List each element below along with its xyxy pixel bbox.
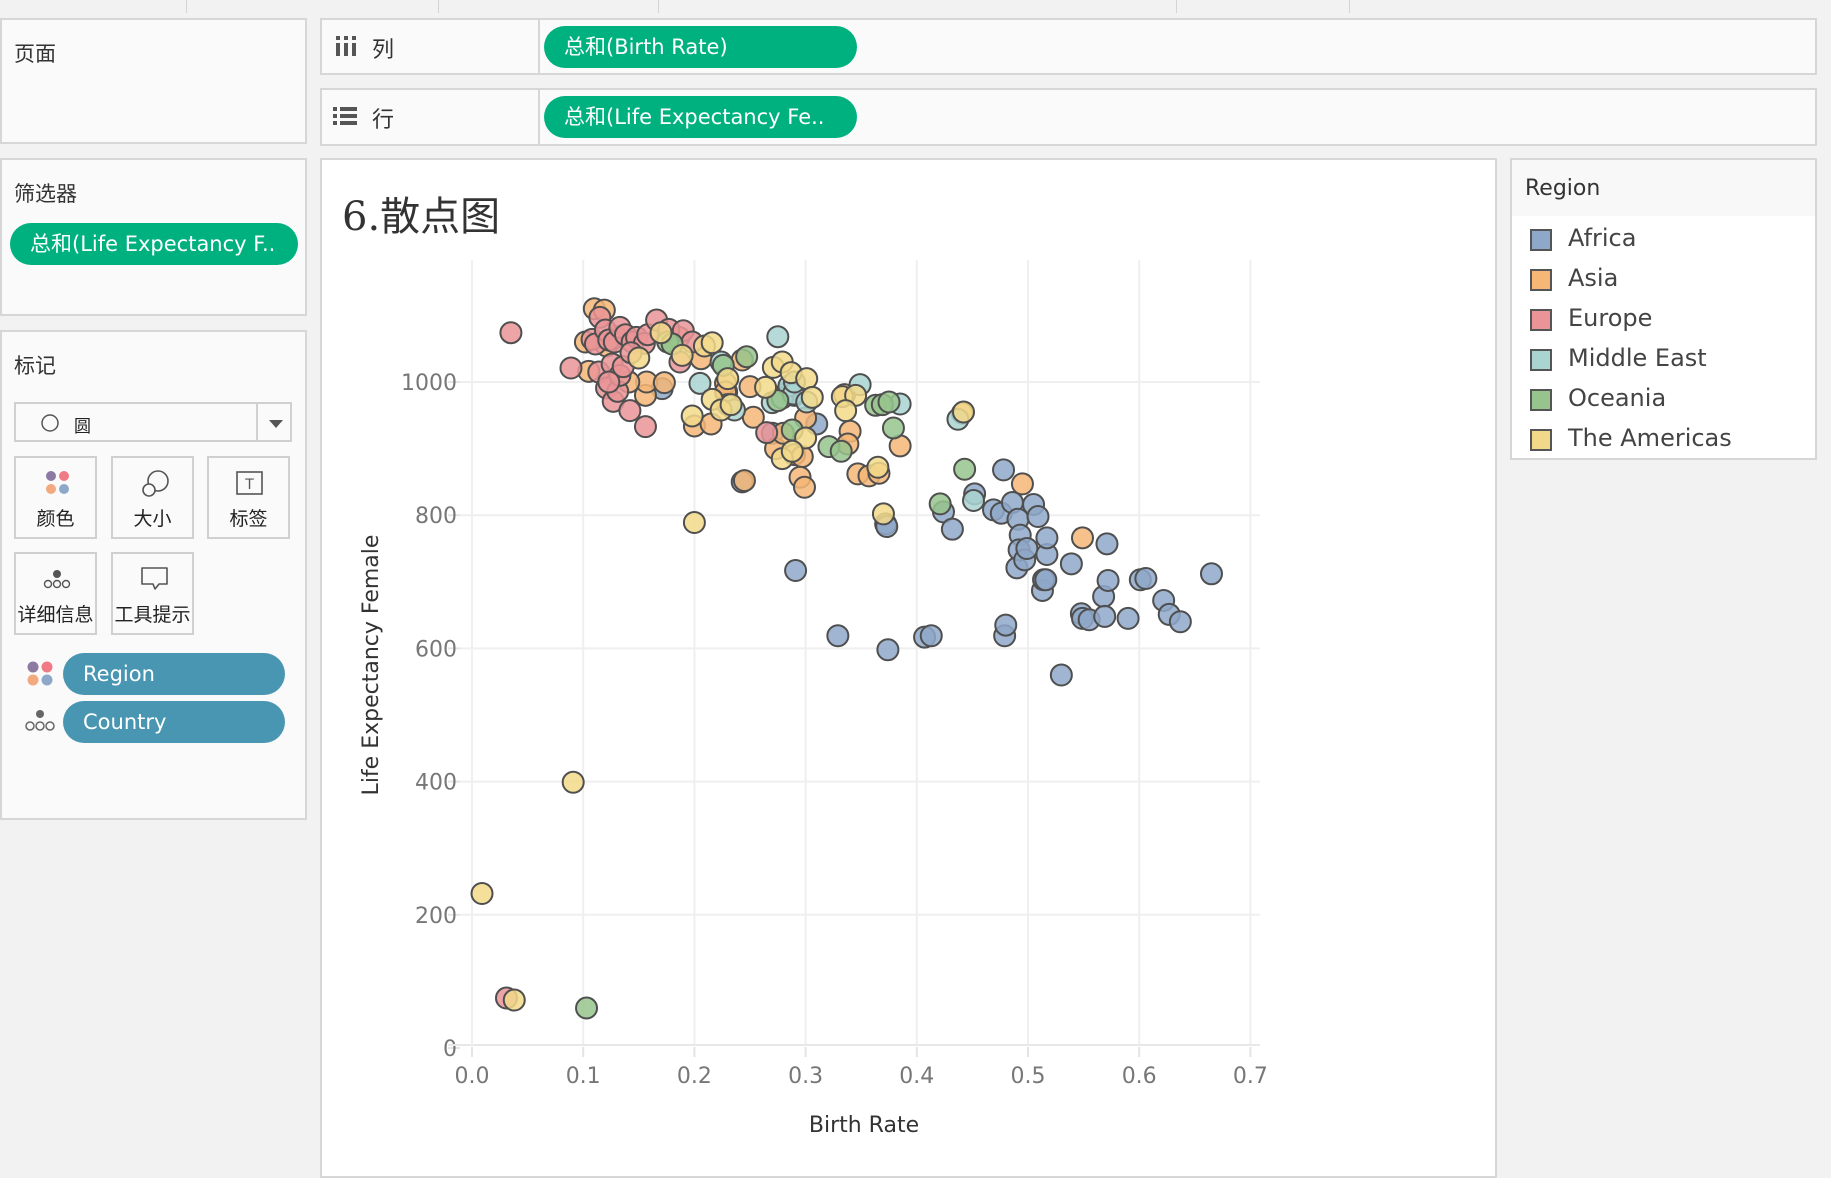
birth-rate-pill[interactable]: 总和(Birth Rate) xyxy=(544,26,857,68)
legend-panel[interactable]: Region Africa Asia Europe Middle East Oceani… xyxy=(1510,158,1817,460)
legend-item-africa[interactable]: Africa xyxy=(1522,224,1802,256)
legend-item-asia[interactable]: Asia xyxy=(1522,264,1802,296)
filters-panel[interactable]: 筛选器 总和(Life Expectancy F.. xyxy=(0,158,307,316)
legend-label: Middle East xyxy=(1568,344,1707,372)
detail-icon xyxy=(43,570,71,589)
label-button[interactable]: T 标签 xyxy=(207,456,290,539)
color-field-icon xyxy=(27,661,53,686)
size-button[interactable]: 大小 xyxy=(111,456,194,539)
region-field-pill[interactable]: Region xyxy=(63,653,285,695)
size-icon xyxy=(142,470,169,497)
toolbar-divider xyxy=(438,0,439,13)
legend-swatch xyxy=(1530,269,1552,291)
legend-item-europe[interactable]: Europe xyxy=(1522,304,1802,336)
size-label: 大小 xyxy=(133,508,172,530)
toolbar-divider xyxy=(186,0,187,13)
legend-swatch xyxy=(1530,229,1552,251)
tooltip-icon xyxy=(141,567,168,590)
legend-header: Region xyxy=(1512,160,1815,216)
circle-mark-icon xyxy=(41,414,59,432)
detail-field-icon xyxy=(25,710,55,731)
chart-panel: 6.散点图 xyxy=(320,158,1497,1178)
rows-icon xyxy=(333,107,357,125)
legend-label: Asia xyxy=(1568,264,1619,292)
tooltip-button[interactable]: 工具提示 xyxy=(111,552,194,635)
columns-label: 列 xyxy=(372,38,395,63)
color-label: 颜色 xyxy=(36,508,75,530)
legend-title: Region xyxy=(1525,176,1601,201)
legend-label: The Americas xyxy=(1568,424,1732,452)
tooltip-label: 工具提示 xyxy=(114,604,191,626)
legend-swatch xyxy=(1530,429,1552,451)
life-expectancy-pill[interactable]: 总和(Life Expectancy Fe.. xyxy=(544,96,857,138)
toolbar-divider xyxy=(1349,0,1350,13)
mark-type-label: 圆 xyxy=(74,417,91,437)
marks-title: 标记 xyxy=(14,354,56,378)
legend-item-the-americas[interactable]: The Americas xyxy=(1522,424,1802,456)
svg-text:T: T xyxy=(244,477,254,493)
rows-label: 行 xyxy=(372,108,395,133)
legend-label: Oceania xyxy=(1568,384,1667,412)
columns-shelf[interactable]: 列 总和(Birth Rate) xyxy=(320,18,1817,75)
chart-title: 6.散点图 xyxy=(342,194,501,240)
legend-item-middle-east[interactable]: Middle East xyxy=(1522,344,1802,376)
top-toolbar xyxy=(0,0,1831,14)
legend-swatch xyxy=(1530,389,1552,411)
mark-type-dropdown[interactable]: 圆 xyxy=(14,402,292,442)
detail-label: 详细信息 xyxy=(17,604,94,626)
pages-panel[interactable]: 页面 xyxy=(0,18,307,144)
detail-button[interactable]: 详细信息 xyxy=(14,552,97,635)
label-icon: T xyxy=(236,471,263,495)
color-icon xyxy=(46,471,69,494)
rows-shelf-label: 行 xyxy=(322,90,540,144)
toolbar-divider xyxy=(658,0,659,13)
dropdown-divider xyxy=(256,404,258,440)
legend-swatch xyxy=(1530,309,1552,331)
legend-item-oceania[interactable]: Oceania xyxy=(1522,384,1802,416)
label-label: 标签 xyxy=(229,508,268,530)
filters-title: 筛选器 xyxy=(14,182,77,206)
legend-label: Europe xyxy=(1568,304,1653,332)
pages-title: 页面 xyxy=(14,42,56,66)
rows-shelf[interactable]: 行 总和(Life Expectancy Fe.. xyxy=(320,88,1817,146)
legend-label: Africa xyxy=(1568,224,1637,252)
toolbar-divider xyxy=(1176,0,1177,13)
columns-icon xyxy=(336,36,356,56)
country-field-pill[interactable]: Country xyxy=(63,701,285,743)
legend-swatch xyxy=(1530,349,1552,371)
color-button[interactable]: 颜色 xyxy=(14,456,97,539)
filter-pill[interactable]: 总和(Life Expectancy F.. xyxy=(10,223,298,265)
columns-shelf-label: 列 xyxy=(322,20,540,73)
chevron-down-icon[interactable] xyxy=(268,418,284,430)
